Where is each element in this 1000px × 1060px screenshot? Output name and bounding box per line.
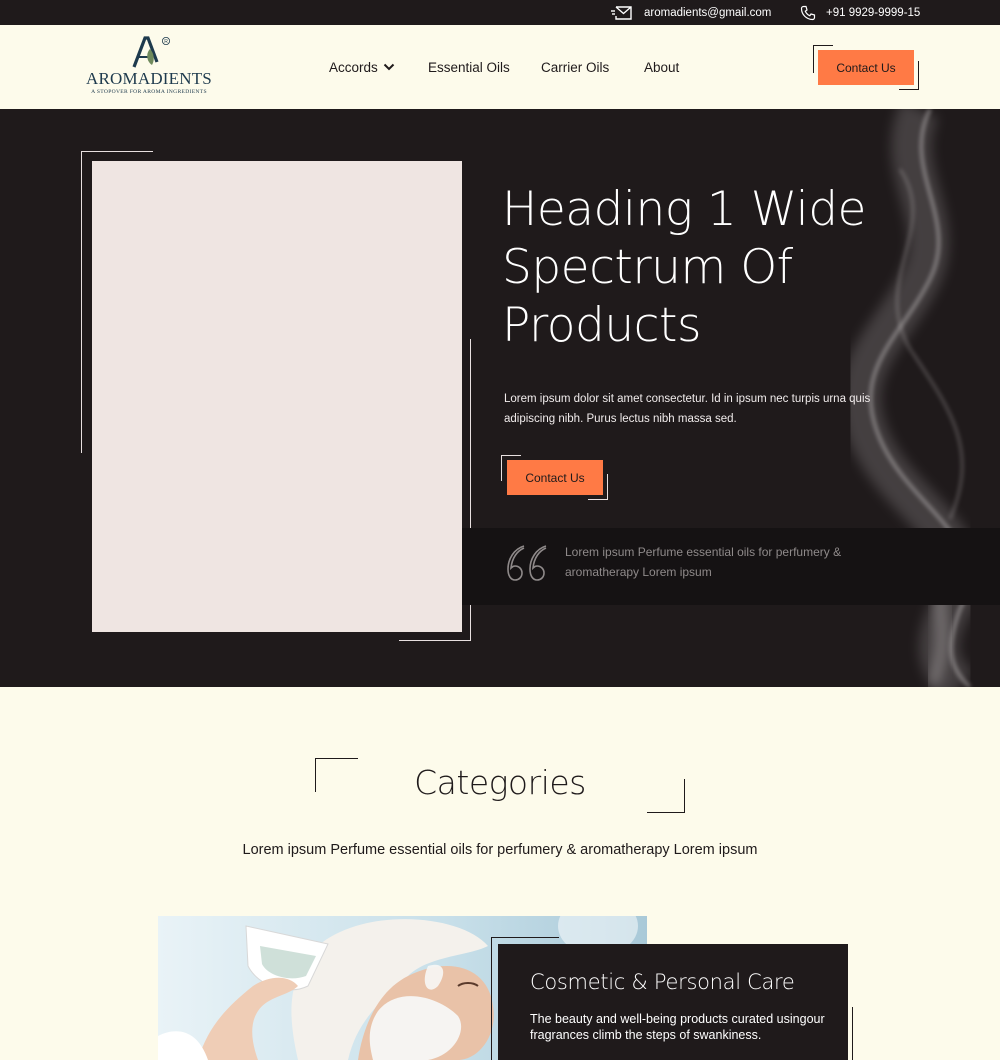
nav-item-label: Essential Oils [428, 59, 510, 75]
phone-icon [800, 5, 816, 20]
quote-banner: Lorem ipsum Perfume essential oils for p… [462, 528, 1000, 605]
hero-heading: Heading 1 Wide Spectrum Of Products [502, 182, 866, 353]
categories-subtitle: Lorem ipsum Perfume essential oils for p… [242, 842, 758, 858]
brand-tagline: A STOPOVER FOR AROMA INGREDIENTS [91, 89, 207, 95]
brand-logo[interactable]: R AROMADIENTS A STOPOVER FOR AROMA INGRE… [86, 35, 212, 101]
phone-link[interactable]: +91 9929-9999-15 [800, 0, 920, 25]
photo-frame-corner [399, 339, 471, 641]
quote-text: Lorem ipsum Perfume essential oils for p… [565, 545, 842, 579]
category-description: The beauty and well-being products curat… [530, 1012, 825, 1042]
hero-contact-us-button[interactable]: Contact Us [507, 460, 603, 495]
chevron-down-icon [383, 63, 394, 71]
nav-item-label: Accords [329, 59, 378, 75]
logo-mark-icon: R [132, 36, 171, 68]
phone-text[interactable]: +91 9929-9999-15 [826, 7, 920, 19]
category-title: Cosmetic & Personal Care [530, 970, 795, 994]
mail-icon [611, 5, 632, 20]
quote-icon [507, 545, 547, 581]
categories-heading: Categories [414, 763, 586, 802]
hero-section: Heading 1 Wide Spectrum Of Products Lore… [0, 109, 1000, 687]
email-link[interactable]: aromadients@gmail.com [610, 0, 771, 25]
card-frame-corner [852, 1007, 853, 1060]
nav-item-essential-oils[interactable]: Essential Oils [428, 25, 510, 109]
nav-item-carrier-oils[interactable]: Carrier Oils [541, 25, 609, 109]
hero-description: Lorem ipsum dolor sit amet consectetur. … [504, 393, 871, 425]
category-card[interactable]: Cosmetic & Personal Care The beauty and … [498, 944, 848, 1060]
heading-frame-corner [647, 779, 685, 813]
brand-name: AROMADIENTS [86, 69, 212, 88]
main-navigation: R AROMADIENTS A STOPOVER FOR AROMA INGRE… [0, 25, 1000, 109]
nav-item-label: About [644, 59, 680, 75]
nav-item-label: Carrier Oils [541, 59, 610, 75]
email-text[interactable]: aromadients@gmail.com [644, 7, 771, 19]
contact-us-button[interactable]: Contact Us [818, 50, 914, 85]
top-contact-bar: aromadients@gmail.com +91 9929-9999-15 [0, 0, 1000, 25]
svg-text:R: R [164, 39, 168, 45]
nav-item-accords[interactable]: Accords [329, 25, 396, 109]
nav-item-about[interactable]: About [644, 25, 679, 109]
